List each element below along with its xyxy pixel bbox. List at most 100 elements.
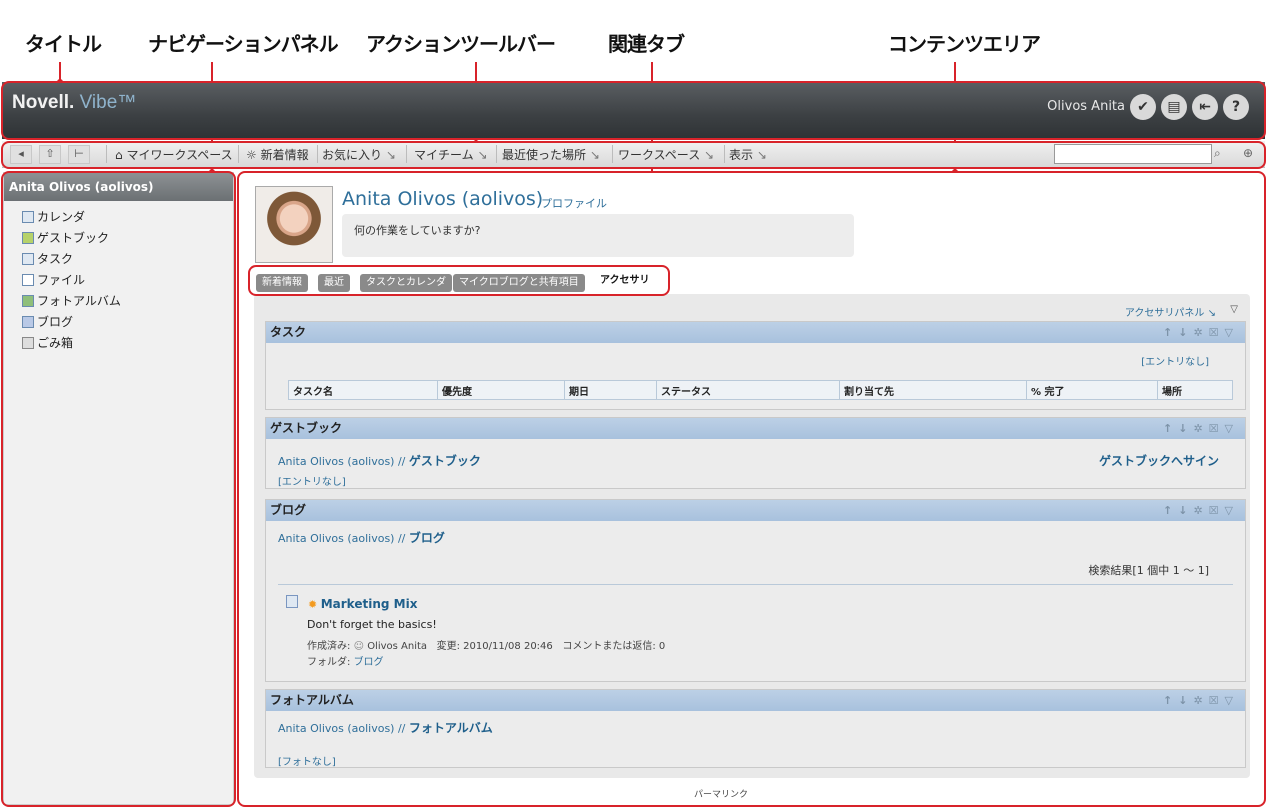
toolbar-divider [238,145,239,163]
avatar [255,186,333,263]
tasks-no-entries[interactable]: [エントリなし] [1141,353,1209,368]
nav-title: Anita Olivos (aolivos) [4,173,233,201]
arrow-icon: ↘ [589,148,600,162]
panel-controls[interactable]: ↑↓✲☒▽ [1163,690,1239,711]
task-col-done[interactable]: % 完了 [1026,380,1158,400]
tab-recent[interactable]: 最近 [318,274,350,292]
tab-accessories[interactable]: アクセサリ [594,270,656,292]
panel-title: タスク ↑↓✲☒▽ [266,322,1245,343]
toolbar-divider [406,145,407,163]
sidebar-item-blog[interactable]: ブログ [4,312,233,333]
panel-title: ブログ ↑↓✲☒▽ [266,500,1245,521]
panel-title: フォトアルバム ↑↓✲☒▽ [266,690,1245,711]
blog-results: 検索結果[1 個中 1 ～ 1] [1088,564,1209,577]
profile-link[interactable]: プロファイル [541,195,607,211]
sidebar-item-tasks[interactable]: タスク [4,249,233,270]
permalink[interactable]: パーマリンク [694,787,748,800]
search-input[interactable] [1054,144,1212,164]
menu-recent-places[interactable]: 最近使った場所 ↘ [502,146,600,163]
callout-title: タイトル [25,32,102,56]
panel-controls[interactable]: ↑↓✲☒▽ [1163,500,1239,521]
blog-entry-icon [286,595,298,608]
guestbook-panel: ゲストブック ↑↓✲☒▽ Anita Olivos (aolivos) // ゲ… [265,417,1246,489]
collapse-icon[interactable]: ▽ [1230,304,1238,315]
menu-workspaces[interactable]: ワークスペース ↘ [618,146,714,163]
trash-icon [22,337,34,349]
task-col-location[interactable]: 場所 [1157,380,1233,400]
file-icon [22,274,34,286]
sun-icon: ☼ [246,148,261,162]
panel-controls[interactable]: ↑↓✲☒▽ [1163,418,1239,439]
search-icon[interactable]: ⌕ [1214,146,1221,161]
blog-panel: ブログ ↑↓✲☒▽ Anita Olivos (aolivos) // ブログ … [265,499,1246,682]
accessory-panel-link[interactable]: アクセサリパネル ↘ [1125,304,1216,319]
menu-view[interactable]: 表示 ↘ [729,146,767,163]
task-col-due[interactable]: 期日 [564,380,657,400]
blog-entry-folder: フォルダ: ブログ [307,657,384,668]
callout-related-tabs: 関連タブ [608,32,685,56]
sidebar-item-calendar[interactable]: カレンダ [4,207,233,228]
action-toolbar: ◂ ⇧ ⊢ ⌂ マイワークスペース ☼ 新着情報 お気に入り ↘ マイチーム ↘… [2,141,1265,168]
logo-vibe-text: Vibe™ [79,92,137,113]
toolbar-divider [612,145,613,163]
sidebar-item-files[interactable]: ファイル [4,270,233,291]
photo-no-photos[interactable]: [フォトなし] [278,753,336,768]
guestbook-icon [22,232,34,244]
arrow-icon: ↘ [756,148,767,162]
tree-icon[interactable]: ⊢ [68,145,90,164]
guestbook-no-entries[interactable]: [エントリなし] [278,473,346,488]
blog-entry-meta: 作成済み: ☺ Olivos Anita 変更: 2010/11/08 20:4… [307,641,666,652]
tab-whats-new[interactable]: 新着情報 [256,274,308,292]
menu-my-teams[interactable]: マイチーム ↘ [414,146,488,163]
personal-prefs-icon[interactable]: ✔ [1130,94,1156,120]
blog-entry-text: Don't forget the basics! [307,618,437,631]
arrow-icon: ↘ [1207,308,1216,319]
sidebar-item-photo-album[interactable]: フォトアルバム [4,291,233,312]
toolbar-divider [724,145,725,163]
panel-controls[interactable]: ↑↓✲☒▽ [1163,322,1239,343]
masthead: Novell. Vibe™ Olivos Anita ✔ ▤ ⇤ ? [2,82,1265,139]
callout-content-area: コンテンツエリア [888,32,1041,56]
photo-path: Anita Olivos (aolivos) // フォトアルバム [278,721,493,735]
divider [278,584,1233,585]
task-col-name[interactable]: タスク名 [288,380,438,400]
guestbook-sign-link[interactable]: ゲストブックへサイン [1099,452,1219,469]
logout-icon[interactable]: ⇤ [1192,94,1218,120]
menu-favorites[interactable]: お気に入り ↘ [322,146,396,163]
sidebar-item-guestbook[interactable]: ゲストブック [4,228,233,249]
task-col-assigned[interactable]: 割り当て先 [839,380,1027,400]
blog-icon [22,316,34,328]
profile-name[interactable]: Anita Olivos (aolivos) [342,188,543,210]
panel-title: ゲストブック ↑↓✲☒▽ [266,418,1245,439]
task-col-status[interactable]: ステータス [656,380,840,400]
toolbar-divider [317,145,318,163]
arrow-icon: ↘ [704,148,715,162]
tab-tasks-calendar[interactable]: タスクとカレンダ [360,274,452,292]
clipboard-icon[interactable]: ▤ [1161,94,1187,120]
arrow-icon: ↘ [385,148,396,162]
advanced-search-icon[interactable]: ⊕ [1243,146,1253,160]
callout-navigation: ナビゲーションパネル [148,32,339,56]
blog-path: Anita Olivos (aolivos) // ブログ [278,531,445,545]
navigation-panel: Anita Olivos (aolivos) カレンダ ゲストブック タスク フ… [3,172,234,805]
callout-action-toolbar: アクションツールバー [366,32,556,56]
user-icon: ☺ [353,641,364,652]
toolbar-divider [106,145,107,163]
calendar-icon [22,211,34,223]
tab-microblog[interactable]: マイクロブログと共有項目 [453,274,585,292]
tasks-panel: タスク ↑↓✲☒▽ [エントリなし] タスク名 優先度 期日 ステータス 割り当… [265,321,1246,410]
help-icon[interactable]: ? [1223,94,1249,120]
menu-my-workspace[interactable]: ⌂ マイワークスペース [115,146,233,163]
status-input[interactable]: 何の作業をしていますか? [342,214,854,257]
accessory-area: アクセサリパネル ↘ ▽ タスク ↑↓✲☒▽ [エントリなし] タスク名 優先度… [254,294,1250,778]
sidebar-item-trash[interactable]: ごみ箱 [4,333,233,354]
logo-novell-text: Novell. [12,92,75,113]
guestbook-path: Anita Olivos (aolivos) // ゲストブック [278,454,481,468]
menu-whats-new[interactable]: ☼ 新着情報 [246,146,309,163]
task-col-priority[interactable]: 優先度 [437,380,565,400]
back-icon[interactable]: ◂ [10,145,32,164]
content-area: Anita Olivos (aolivos) プロファイル 何の作業をしています… [238,172,1265,805]
blog-entry-title[interactable]: ✹ Marketing Mix [286,595,417,611]
upload-icon[interactable]: ⇧ [39,145,61,164]
user-name[interactable]: Olivos Anita [1047,99,1125,114]
